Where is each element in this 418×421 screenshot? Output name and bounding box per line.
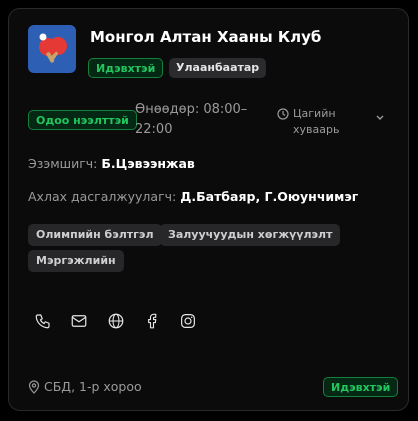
globe-icon (108, 313, 124, 329)
footer-status-badge: Идэвхтэй (323, 377, 399, 397)
mail-button[interactable] (70, 312, 90, 332)
tag-olympic: Олимпийн бэлтгэл (28, 224, 162, 246)
owner-label: Эзэмшигч: (28, 156, 98, 171)
clock-icon (277, 108, 289, 120)
coach-names: Д.Батбаяр, Г.Оюунчимэг (180, 189, 359, 204)
coach-label: Ахлах дасгалжуулагч: (28, 189, 177, 204)
status-badge: Идэвхтэй (88, 58, 164, 78)
city-badge: Улаанбаатар (169, 58, 267, 78)
club-card[interactable]: Монгол Алтан Хааны Клуб Идэвхтэй Улаанба… (8, 8, 409, 411)
owner-name: Б.Цэвээнжав (101, 156, 195, 171)
location-pin-icon (28, 379, 40, 394)
facebook-icon (148, 313, 157, 329)
owner-row: Эзэмшигч: Б.Цэвээнжав (28, 156, 195, 171)
phone-icon (35, 314, 50, 329)
tag-professional: Мэргэжлийн (28, 250, 124, 272)
tag-youth: Залуучуудын хөгжүүлэлт (160, 224, 341, 246)
club-title: Монгол Алтан Хааны Клуб (90, 28, 322, 46)
facebook-button[interactable] (143, 312, 163, 332)
club-logo (28, 25, 76, 73)
website-button[interactable] (107, 312, 127, 332)
ping-pong-paddles-icon (39, 33, 67, 63)
address: СБД, 1-р хороо (28, 379, 142, 394)
coach-row: Ахлах дасгалжуулагч: Д.Батбаяр, Г.Оюунчи… (28, 189, 358, 204)
instagram-icon (181, 314, 195, 328)
chevron-down-icon[interactable] (375, 114, 385, 122)
open-now-badge: Одоо нээлттэй (28, 110, 137, 130)
instagram-button[interactable] (179, 312, 199, 332)
schedule-label: Цагийн хуваарь (293, 107, 340, 136)
today-hours: Өнөөдөр: 08:00–22:00 (135, 102, 248, 137)
schedule-toggle[interactable]: Цагийн хуваарь (277, 106, 353, 138)
mail-icon (71, 315, 87, 327)
address-text: СБД, 1-р хороо (44, 379, 142, 394)
phone-button[interactable] (34, 312, 54, 332)
